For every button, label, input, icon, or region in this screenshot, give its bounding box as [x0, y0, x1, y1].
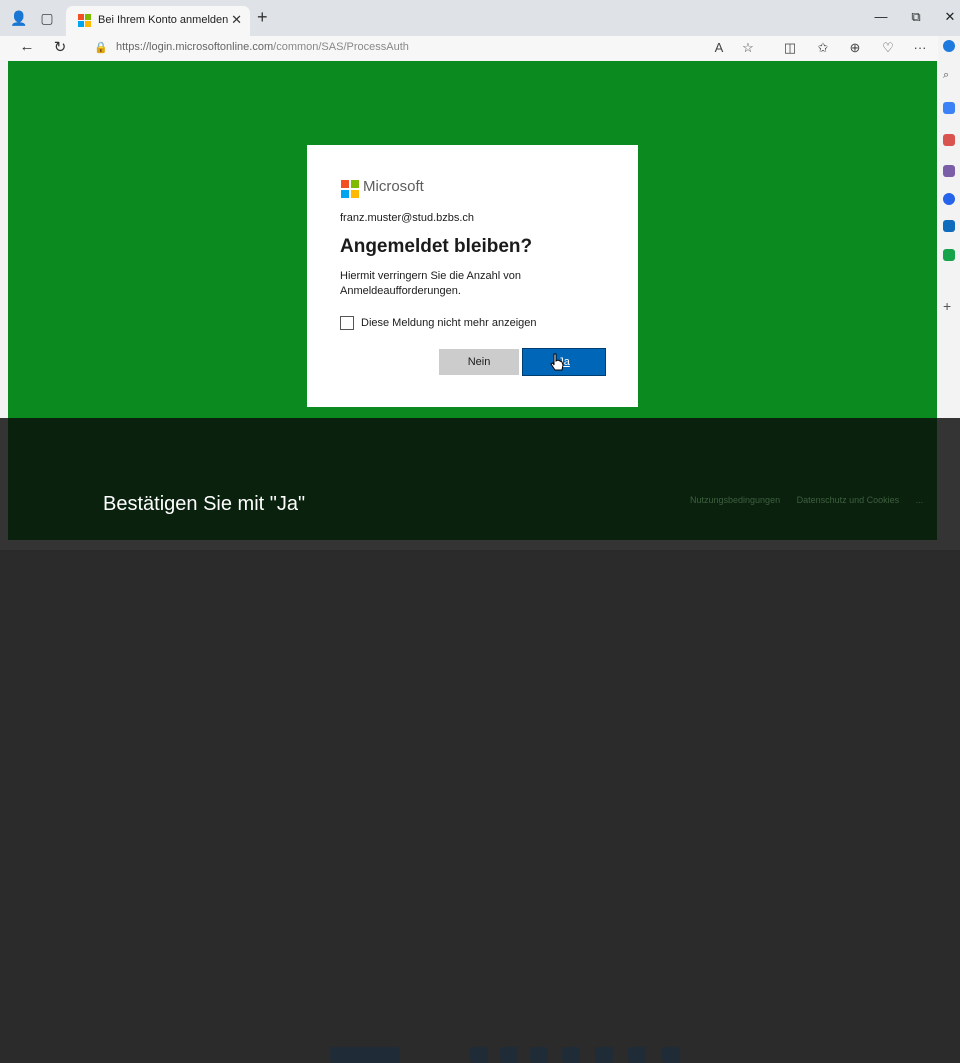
taskbar-app-icon[interactable]: [562, 1047, 580, 1063]
footer-link-privacy[interactable]: Datenschutz und Cookies: [797, 495, 900, 505]
collections-icon[interactable]: ⊕: [846, 40, 864, 56]
address-bar[interactable]: https://login.microsoftonline.com/common…: [116, 41, 409, 53]
games-icon[interactable]: [943, 165, 955, 177]
lock-icon[interactable]: 🔒: [94, 41, 108, 54]
microsoft-365-icon[interactable]: [943, 193, 955, 205]
search-icon[interactable]: ⌕: [943, 69, 955, 81]
stay-signed-in-dialog: Microsoft franz.muster@stud.bzbs.ch Ange…: [307, 145, 638, 407]
tab-bar: 👤 ▢ Bei Ihrem Konto anmelden ✕ + — ⧉ ✕: [0, 0, 960, 36]
account-email: franz.muster@stud.bzbs.ch: [340, 212, 475, 224]
hand-cursor-icon: [550, 353, 564, 371]
profile-icon[interactable]: 👤: [10, 9, 28, 27]
dialog-description: Hiermit verringern Sie die Anzahl von An…: [340, 270, 521, 297]
read-aloud-icon[interactable]: A: [710, 40, 728, 55]
dialog-heading: Angemeldet bleiben?: [340, 236, 533, 257]
no-button[interactable]: Nein: [439, 349, 519, 375]
tab-active[interactable]: Bei Ihrem Konto anmelden ✕: [66, 6, 250, 36]
shopping-icon[interactable]: [943, 102, 955, 114]
browser-window: 👤 ▢ Bei Ihrem Konto anmelden ✕ + — ⧉ ✕ ←…: [0, 0, 960, 1063]
drop-icon[interactable]: [943, 249, 955, 261]
address-bar-row: ← ↻ 🔒 https://login.microsoftonline.com/…: [0, 36, 960, 60]
footer-link-more[interactable]: ...: [916, 495, 924, 505]
taskbar-app-icon[interactable]: [662, 1047, 680, 1063]
checkbox-label[interactable]: Diese Meldung nicht mehr anzeigen: [361, 317, 537, 329]
tools-icon[interactable]: [943, 134, 955, 146]
taskbar-app-icon[interactable]: [500, 1047, 518, 1063]
favorite-icon[interactable]: ☆: [739, 40, 757, 56]
tab-actions-icon[interactable]: ▢: [38, 9, 56, 27]
footer-links: Nutzungsbedingungen Datenschutz und Cook…: [690, 495, 937, 505]
taskbar-app-icon[interactable]: [530, 1047, 548, 1063]
restore-icon[interactable]: ⧉: [906, 9, 926, 25]
tab-close-icon[interactable]: ✕: [231, 12, 242, 28]
brand-name: Microsoft: [363, 178, 424, 195]
split-screen-icon[interactable]: ◫: [781, 40, 799, 56]
close-icon[interactable]: ✕: [940, 9, 960, 25]
back-icon[interactable]: ←: [17, 38, 37, 55]
taskbar-search[interactable]: [330, 1047, 400, 1063]
heart-icon[interactable]: ♡: [879, 40, 897, 56]
tutorial-caption: Bestätigen Sie mit "Ja": [103, 493, 306, 515]
refresh-icon[interactable]: ↻: [50, 38, 70, 56]
url-path: /common/SAS/ProcessAuth: [273, 41, 409, 53]
microsoft-logo-icon: [341, 180, 359, 198]
taskbar: [0, 520, 960, 1063]
microsoft-logo-icon: [78, 14, 92, 28]
favorites-icon[interactable]: ✩: [814, 40, 832, 56]
url-host: https://login.microsoftonline.com: [116, 41, 274, 53]
taskbar-app-icon[interactable]: [595, 1047, 613, 1063]
footer-link-terms[interactable]: Nutzungsbedingungen: [690, 495, 780, 505]
outlook-icon[interactable]: [943, 220, 955, 232]
taskbar-app-icon[interactable]: [470, 1047, 488, 1063]
more-icon[interactable]: ···: [911, 40, 929, 55]
add-icon[interactable]: +: [943, 299, 955, 313]
dont-show-again-checkbox[interactable]: [340, 316, 354, 330]
new-tab-icon[interactable]: +: [257, 7, 268, 28]
tab-title: Bei Ihrem Konto anmelden: [98, 14, 229, 26]
yes-button[interactable]: Ja: [522, 348, 606, 376]
minimize-icon[interactable]: —: [871, 9, 891, 24]
copilot-icon[interactable]: [943, 40, 955, 52]
taskbar-app-icon[interactable]: [628, 1047, 646, 1063]
